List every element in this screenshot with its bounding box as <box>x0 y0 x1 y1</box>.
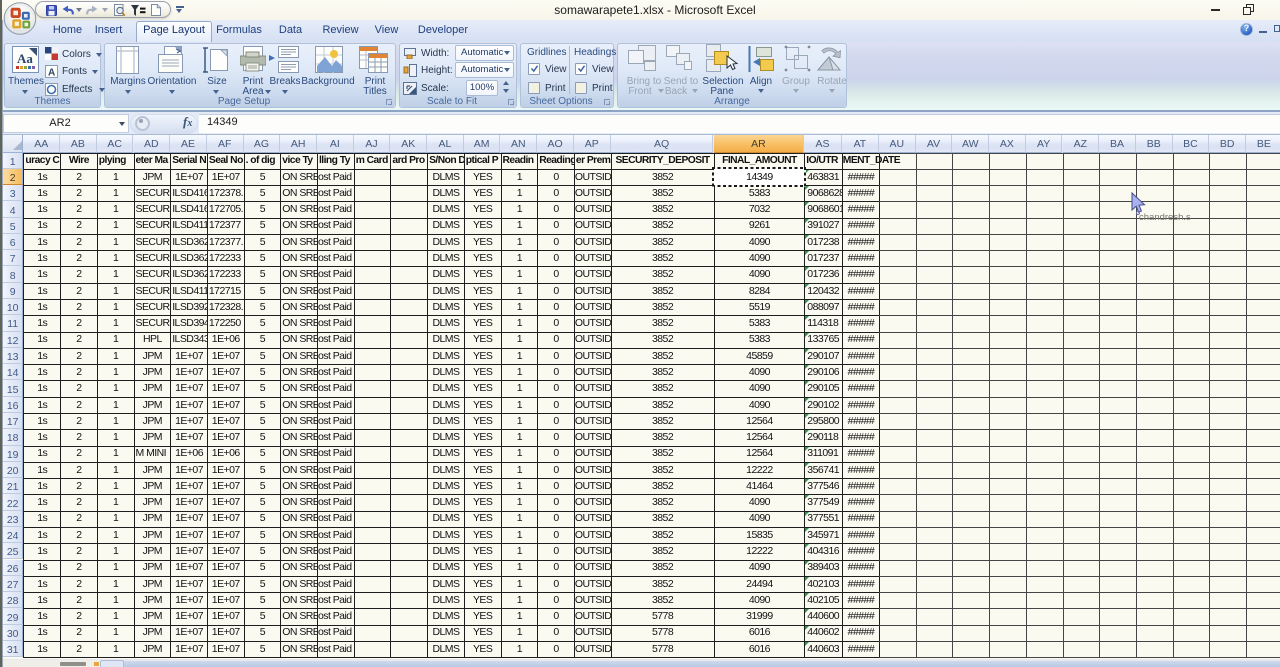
svg-text:Aa: Aa <box>17 51 33 66</box>
svg-text:A: A <box>48 68 55 79</box>
